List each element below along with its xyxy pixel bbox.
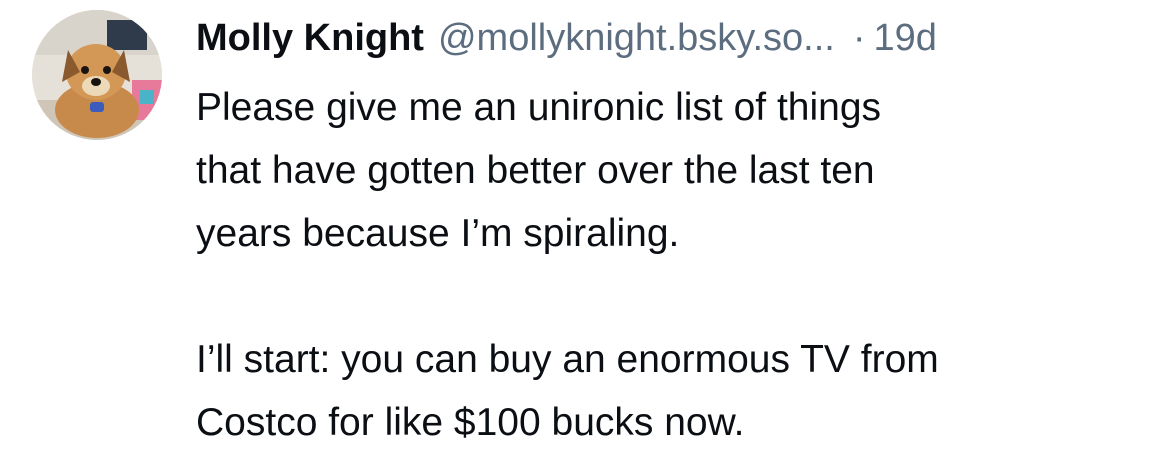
post-text-line: that have gotten better over the last te… [196,149,875,192]
author-display-name[interactable]: Molly Knight [196,19,424,57]
post-paragraph: Please give me an unironic list of thing… [196,76,1156,265]
post-header: Molly Knight @mollyknight.bsky.so... · 1… [196,0,1156,76]
post-timestamp[interactable]: 19d [874,19,937,57]
author-avatar[interactable] [32,10,162,140]
post-paragraph: I’ll start: you can buy an enormous TV f… [196,328,1156,454]
post-text-line: Please give me an unironic list of thing… [196,86,882,129]
post-content: Molly Knight @mollyknight.bsky.so... · 1… [196,0,1156,454]
post-text-line: Costco for like $100 bucks now. [196,401,745,444]
post-text-line: years because I’m spiraling. [196,212,680,255]
post-text: Please give me an unironic list of thing… [196,76,1156,454]
author-handle[interactable]: @mollyknight.bsky.so... [438,19,835,57]
post-text-line: I’ll start: you can buy an enormous TV f… [196,338,939,381]
post[interactable]: Molly Knight @mollyknight.bsky.so... · 1… [0,0,1174,465]
dog-avatar-icon [32,10,162,140]
header-separator: · [852,17,866,59]
